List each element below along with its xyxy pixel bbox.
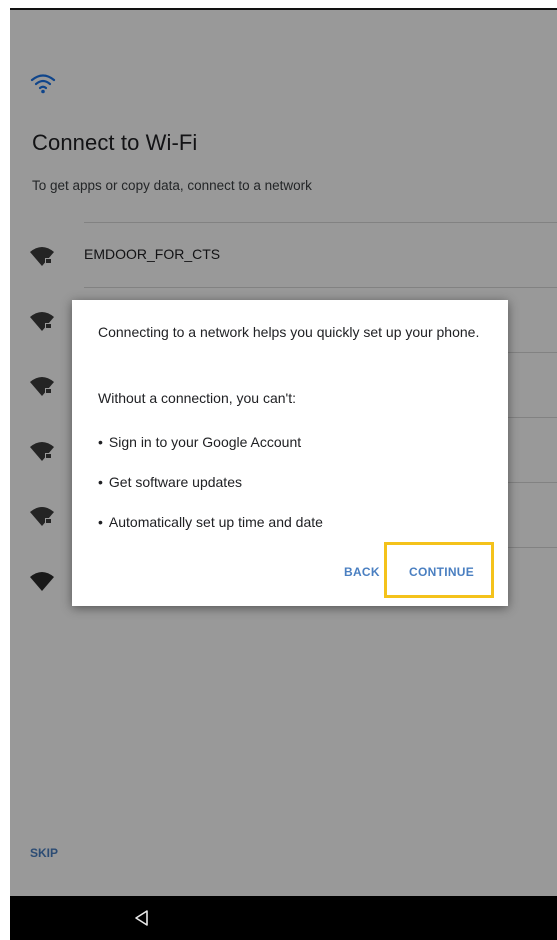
back-button[interactable]: BACK [344, 565, 380, 579]
bullet-text: Get software updates [108, 474, 242, 490]
continue-button[interactable]: CONTINUE [409, 565, 474, 579]
back-nav-icon[interactable] [132, 908, 152, 928]
bullet-glyph: • [98, 474, 103, 490]
bullet-text: Automatically set up time and date [108, 514, 323, 530]
dialog-intro: Connecting to a network helps you quickl… [98, 324, 480, 340]
continue-highlight: CONTINUE [384, 542, 494, 598]
no-connection-dialog: Connecting to a network helps you quickl… [72, 300, 508, 606]
dialog-bullet-item: • Sign in to your Google Account [98, 434, 301, 451]
dialog-without: Without a connection, you can't: [98, 390, 297, 406]
navigation-bar [10, 896, 557, 940]
dialog-bullet-item: • Get software updates [98, 474, 242, 491]
bullet-glyph: • [98, 434, 103, 450]
bullet-glyph: • [98, 514, 103, 530]
bullet-text: Sign in to your Google Account [108, 434, 302, 450]
setup-screen: Connect to Wi-Fi To get apps or copy dat… [10, 8, 557, 940]
dialog-bullet-item: • Automatically set up time and date [98, 514, 323, 531]
